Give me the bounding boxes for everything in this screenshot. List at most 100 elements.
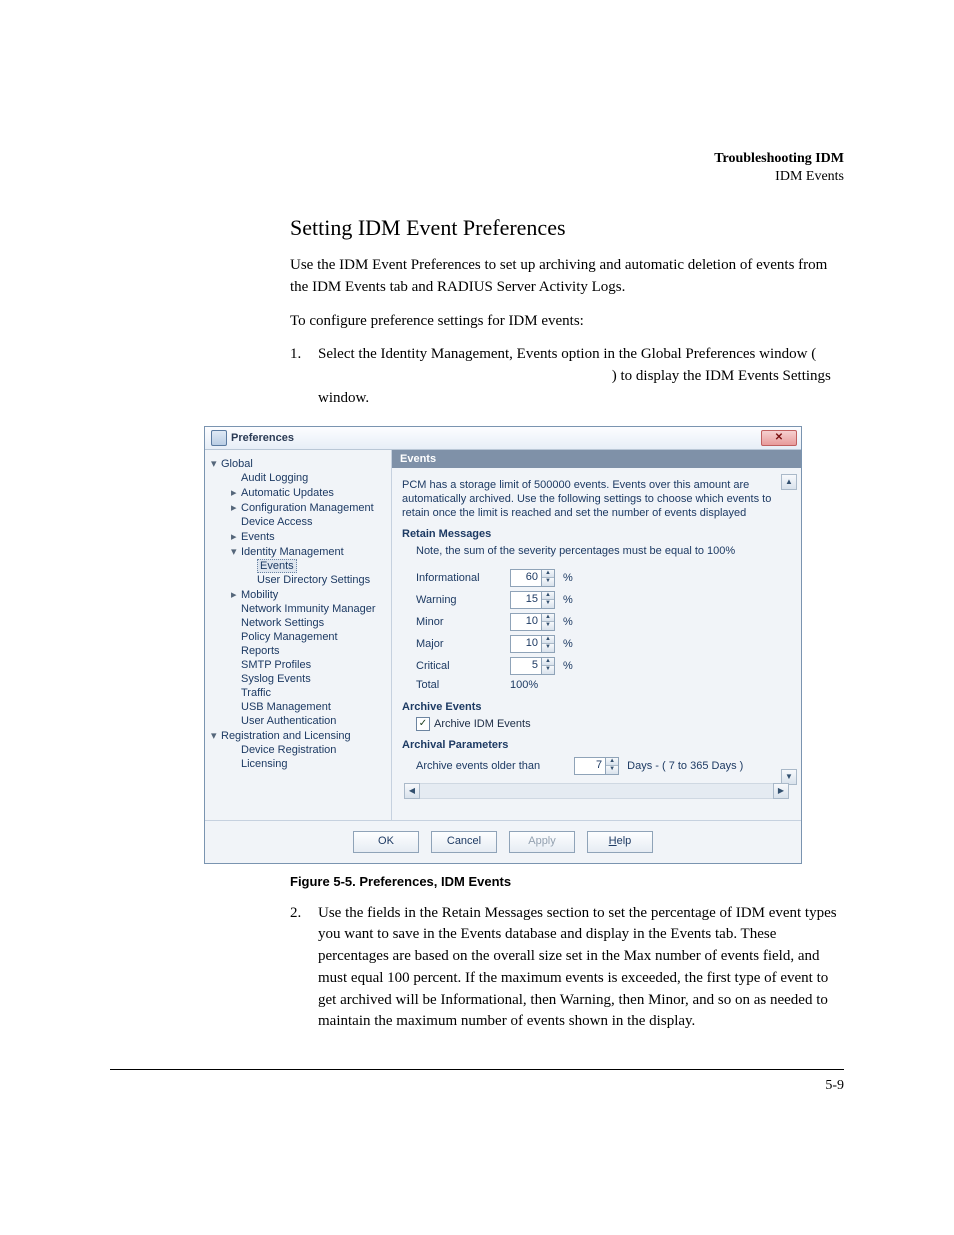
preferences-dialog: Preferences ✕ ▾GlobalAudit Logging▸Autom… [204,426,802,864]
tree-item[interactable]: ▾Global [209,456,387,471]
retain-label: Major [416,638,502,650]
expander-icon: ▸ [231,501,241,514]
percent-spinner[interactable]: 60▲▼ [510,569,555,587]
scroll-up-arrow[interactable]: ▲ [781,474,797,490]
tree-item[interactable]: Licensing [209,757,387,771]
tree-item[interactable]: USB Management [209,700,387,714]
spinner-down-icon[interactable]: ▼ [542,600,554,608]
spinner-down-icon[interactable]: ▼ [542,666,554,674]
app-icon [211,430,227,446]
retain-row: Major 10▲▼% [402,633,791,655]
section-para1: Use the IDM Event Preferences to set up … [290,255,844,299]
tree-item[interactable]: ▸Mobility [209,587,387,602]
tree-item-label: Configuration Management [241,502,374,514]
figure-caption: Figure 5-5. Preferences, IDM Events [290,874,844,889]
tree-item[interactable]: Device Registration [209,743,387,757]
tree-item[interactable]: Network Immunity Manager [209,602,387,616]
cancel-button[interactable]: Cancel [431,831,497,853]
spinner-down-icon[interactable]: ▼ [542,644,554,652]
retain-label: Minor [416,616,502,628]
tree-item[interactable]: User Directory Settings [209,573,387,587]
archive-days-suffix: Days - ( 7 to 365 Days ) [627,760,743,772]
step1-lead: Select the Identity Management, Events o… [318,346,816,362]
percent-spinner[interactable]: 15▲▼ [510,591,555,609]
tree-item[interactable]: Device Access [209,515,387,529]
archive-days-spinner[interactable]: 7 ▲▼ [574,757,619,775]
tree-item[interactable]: Audit Logging [209,471,387,485]
percent-value: 10 [511,614,541,630]
spinner-down-icon[interactable]: ▼ [542,578,554,586]
spinner-up-icon[interactable]: ▲ [542,636,554,645]
tree-item[interactable]: Events [209,559,387,573]
prefs-tree[interactable]: ▾GlobalAudit Logging▸Automatic Updates▸C… [205,450,392,820]
spinner-up-icon[interactable]: ▲ [542,658,554,667]
spinner-down-icon[interactable]: ▼ [542,622,554,630]
pane-header: Events [392,450,801,468]
tree-item[interactable]: SMTP Profiles [209,658,387,672]
expander-icon: ▾ [231,545,241,558]
total-value: 100% [510,679,538,691]
tree-item[interactable]: Reports [209,644,387,658]
tree-item-label: Network Immunity Manager [241,603,376,615]
spinner-up-icon[interactable]: ▲ [542,570,554,579]
spinner-up-icon[interactable]: ▲ [542,614,554,623]
tree-item[interactable]: ▾Registration and Licensing [209,728,387,743]
spinner-up-icon[interactable]: ▲ [606,758,618,767]
tree-item-label: Device Registration [241,744,336,756]
tree-item-label: Licensing [241,758,287,770]
scroll-right-icon[interactable]: ▶ [773,783,789,799]
tree-item-label: Automatic Updates [241,487,334,499]
tree-item-label: User Directory Settings [257,574,370,586]
tree-item-label: Mobility [241,589,278,601]
expander-icon: ▸ [231,486,241,499]
dialog-title: Preferences [231,432,294,444]
page-rule [110,1069,844,1070]
close-button[interactable]: ✕ [761,430,797,446]
percent-spinner[interactable]: 10▲▼ [510,635,555,653]
percent-suffix: % [563,594,573,606]
tree-item-label: Global [221,458,253,470]
archive-checkbox-label: Archive IDM Events [434,718,531,730]
tree-item-label: Syslog Events [241,673,311,685]
expander-icon: ▸ [231,588,241,601]
ok-button[interactable]: OK [353,831,419,853]
percent-suffix: % [563,638,573,650]
retain-row: Warning15▲▼% [402,589,791,611]
percent-spinner[interactable]: 5▲▼ [510,657,555,675]
page-number: 5-9 [110,1078,844,1094]
retain-row: Informational60▲▼% [402,567,791,589]
tree-item-label: Device Access [241,516,313,528]
total-label: Total [416,679,502,691]
pane-intro: PCM has a storage limit of 500000 events… [402,478,791,521]
tree-item[interactable]: Syslog Events [209,672,387,686]
archive-days-value: 7 [575,758,605,774]
tree-item[interactable]: Network Settings [209,616,387,630]
tree-item-label: Traffic [241,687,271,699]
archive-checkbox[interactable]: ✓ Archive IDM Events [416,717,531,731]
help-button[interactable]: Help [587,831,653,853]
step-number: 1. [290,344,318,409]
spinner-up-icon[interactable]: ▲ [542,592,554,601]
help-mnemonic: H [609,835,617,847]
tree-item[interactable]: Traffic [209,686,387,700]
percent-suffix: % [563,616,573,628]
tree-item[interactable]: ▸Automatic Updates [209,485,387,500]
tree-item[interactable]: User Authentication [209,714,387,728]
tree-item[interactable]: ▾Identity Management [209,544,387,559]
expander-icon: ▸ [231,530,241,543]
percent-value: 60 [511,570,541,586]
retain-label: Informational [416,572,502,584]
scroll-left-icon[interactable]: ◀ [404,783,420,799]
tree-item[interactable]: ▸Configuration Management [209,500,387,515]
apply-button[interactable]: Apply [509,831,575,853]
tree-item-label: Network Settings [241,617,324,629]
spinner-down-icon[interactable]: ▼ [606,766,618,774]
tree-item-label: Events [241,531,275,543]
tree-item[interactable]: ▸Events [209,529,387,544]
percent-spinner[interactable]: 10▲▼ [510,613,555,631]
percent-value: 10 [511,636,541,652]
tree-item-label: Identity Management [241,546,344,558]
tree-item[interactable]: Policy Management [209,630,387,644]
archive-older-label: Archive events older than [416,760,540,772]
horizontal-scrollbar[interactable]: ◀ ▶ [404,783,789,799]
